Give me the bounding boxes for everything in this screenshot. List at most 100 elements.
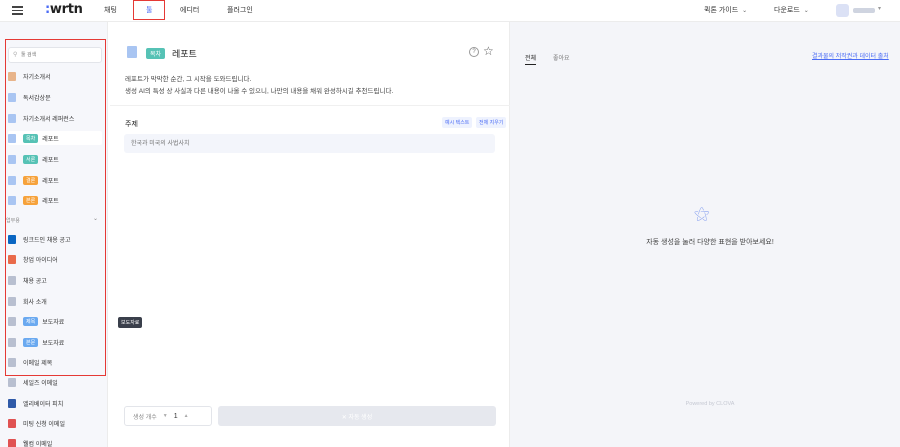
generation-count-stepper[interactable]: 생성 개수 ▼ 1 ▲ (124, 406, 212, 426)
copyright-data-source-link[interactable]: 결과물의 저작권과 데이터 출처 (812, 51, 889, 60)
tool-icon (8, 154, 16, 164)
results-panel (510, 22, 900, 447)
nav-tab-editor[interactable]: 에디터 (180, 5, 199, 15)
example-text-button[interactable]: 예시 텍스트 (442, 117, 473, 128)
tool-icon (8, 71, 16, 81)
page-title: 레포트 (172, 49, 197, 59)
sidebar-item-label: 자기소개서 (23, 74, 51, 81)
section-label-work: 업무용 (6, 218, 20, 224)
nav-tab-plugins[interactable]: 플러그인 (227, 5, 253, 15)
download-dropdown[interactable]: 다운로드 ⌄ (774, 5, 809, 15)
results-tab-liked[interactable]: 좋아요 (553, 53, 570, 62)
tool-icon (8, 234, 16, 244)
sidebar-item-label: 자기소개서 레퍼런스 (23, 116, 75, 123)
tool-icon (8, 175, 16, 185)
clear-all-button[interactable]: 전체 지우기 (476, 117, 507, 128)
user-name-redacted[interactable] (853, 8, 875, 13)
increment-icon[interactable]: ▲ (184, 413, 189, 419)
topic-input[interactable] (124, 134, 495, 153)
divider (110, 105, 510, 106)
sidebar-item[interactable]: 채용 공고 (8, 273, 102, 287)
tool-icon (8, 398, 16, 408)
sidebar-item[interactable]: 자기소개서 레퍼런스 (8, 111, 102, 125)
powered-by-label: Powered by CLOVA (685, 401, 735, 407)
tool-icon (8, 357, 16, 367)
tool-tag: 제목 (23, 316, 39, 326)
sidebar-item-label: 레포트 (42, 136, 59, 143)
tool-search-input[interactable] (21, 50, 99, 60)
tool-icon (8, 92, 16, 102)
sidebar-item-label: 보도자료 (42, 340, 65, 347)
decrement-icon[interactable]: ▼ (163, 413, 168, 419)
sidebar-item-label: 이메일 제목 (23, 360, 53, 367)
chevron-down-icon: ⌄ (803, 8, 809, 14)
tool-icon (8, 195, 16, 205)
empty-state-message: 자동 생성을 눌러 다양한 표현을 받아보세요! (646, 239, 774, 246)
tool-icon (8, 254, 16, 264)
hamburger-menu-icon[interactable] (12, 6, 23, 15)
sidebar-item[interactable]: 서론 레포트 (8, 152, 102, 166)
magic-wand-icon: ⚝ (694, 206, 710, 223)
sidebar-item-label: 엘리베이터 피치 (23, 401, 64, 408)
sidebar-item[interactable]: 엘리베이터 피치 (8, 396, 102, 410)
tool-search-box[interactable]: ⚲ (8, 47, 102, 63)
auto-generate-button[interactable]: ✕ 자동 생성 (218, 406, 496, 426)
sidebar-item-label: 레포트 (42, 198, 59, 205)
tool-icon (8, 337, 16, 347)
chevron-down-icon[interactable]: ▾ (878, 5, 881, 12)
sidebar-item[interactable]: 제목 보도자료 (8, 314, 102, 328)
sidebar-item[interactable]: 본문 보도자료 (8, 335, 102, 349)
sidebar-item[interactable]: 링크드인 채용 공고 (8, 232, 102, 246)
tool-tag: 본문 (23, 337, 39, 347)
results-tab-all[interactable]: 전체 (525, 53, 537, 65)
sidebar-item-label: 창업 아이디어 (23, 257, 58, 264)
tool-tag: 본론 (23, 195, 39, 205)
tool-icon (8, 113, 16, 123)
tool-icon (8, 133, 16, 143)
wrtn-logo[interactable]: :wrtn (45, 2, 83, 17)
top-navigation-bar: :wrtn 채팅 툴 에디터 플러그인 퀵톤 가이드 ⌄ 다운로드 ⌄ ▾ (0, 0, 900, 22)
help-icon[interactable]: ? (469, 47, 479, 57)
sidebar-item[interactable]: 웰컴 이메일 (8, 436, 102, 447)
sidebar-item-label: 미팅 신청 이메일 (23, 421, 65, 428)
tool-tag: 서론 (23, 154, 39, 164)
sidebar-item[interactable]: 본론 레포트 (8, 193, 102, 207)
tool-icon (8, 275, 16, 285)
chevron-down-icon[interactable]: ⌄ (93, 215, 98, 222)
highlight-box-tools-tab (133, 0, 165, 20)
quick-guide-dropdown[interactable]: 퀵톤 가이드 ⌄ (704, 5, 747, 15)
avatar[interactable] (836, 4, 849, 17)
tool-icon (8, 316, 16, 326)
sidebar-item[interactable]: 회사 소개 (8, 294, 102, 308)
sidebar-item-label: 레포트 (42, 157, 59, 164)
sidebar-item-label: 웰컴 이메일 (23, 441, 53, 447)
sidebar-item[interactable]: 결론 레포트 (8, 173, 102, 187)
count-value: 1 (173, 412, 178, 420)
tool-tag: 결론 (23, 175, 39, 185)
tool-icon (8, 418, 16, 428)
tool-icon (8, 438, 16, 447)
tool-icon (8, 296, 16, 306)
description-line-2: 생성 AI의 특성 상 사실과 다른 내용이 나올 수 있으니, 나만의 내용을… (125, 88, 394, 95)
sidebar-item[interactable]: 독서감상문 (8, 90, 102, 104)
sidebar-item-label: 채용 공고 (23, 278, 47, 285)
topic-label: 주제 (125, 121, 138, 128)
sidebar-item[interactable]: 세일즈 이메일 (8, 375, 102, 389)
sidebar-item-label: 보도자료 (42, 319, 65, 326)
sidebar-item-label: 세일즈 이메일 (23, 380, 58, 387)
sidebar-item[interactable]: 목차 레포트 (8, 131, 102, 145)
sidebar-item[interactable]: 자기소개서 (8, 69, 102, 83)
sidebar-item-label: 레포트 (42, 178, 59, 185)
quick-guide-label: 퀵톤 가이드 (704, 7, 739, 14)
nav-tab-chat[interactable]: 채팅 (104, 5, 117, 15)
sidebar-item[interactable]: 창업 아이디어 (8, 252, 102, 266)
sidebar-item-label: 회사 소개 (23, 299, 47, 306)
chevron-down-icon: ⌄ (742, 8, 748, 14)
description-line-1: 레포트가 막막한 순간, 그 시작을 도와드립니다. (125, 76, 252, 83)
title-tag: 목차 (146, 48, 166, 59)
sidebar-item[interactable]: 미팅 신청 이메일 (8, 416, 102, 430)
sidebar-item[interactable]: 이메일 제목 (8, 355, 102, 369)
sidebar-item-label: 링크드인 채용 공고 (23, 237, 71, 244)
download-label: 다운로드 (774, 7, 800, 14)
star-icon[interactable]: ☆ (483, 44, 494, 58)
